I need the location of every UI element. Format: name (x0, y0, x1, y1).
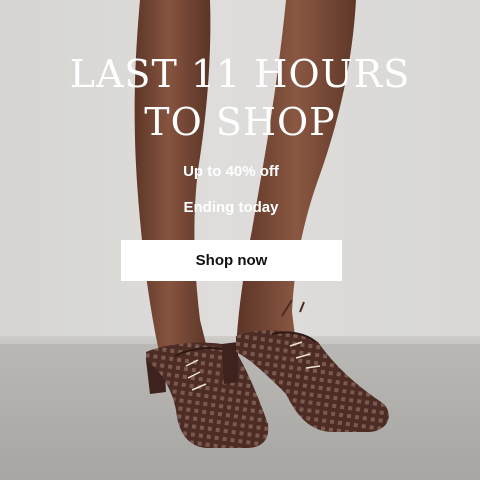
promo-banner[interactable]: LAST 11 HOURS TO SHOP Up to 40% off Endi… (0, 0, 480, 480)
right-shoe-heel (222, 342, 238, 384)
offer-text: Up to 40% off (183, 163, 279, 180)
ending-text: Ending today (183, 199, 279, 216)
headline-line-2: TO SHOP (144, 100, 336, 144)
headline-line-1: LAST 11 HOURS (69, 52, 411, 96)
shop-now-button[interactable]: Shop now (121, 240, 342, 281)
